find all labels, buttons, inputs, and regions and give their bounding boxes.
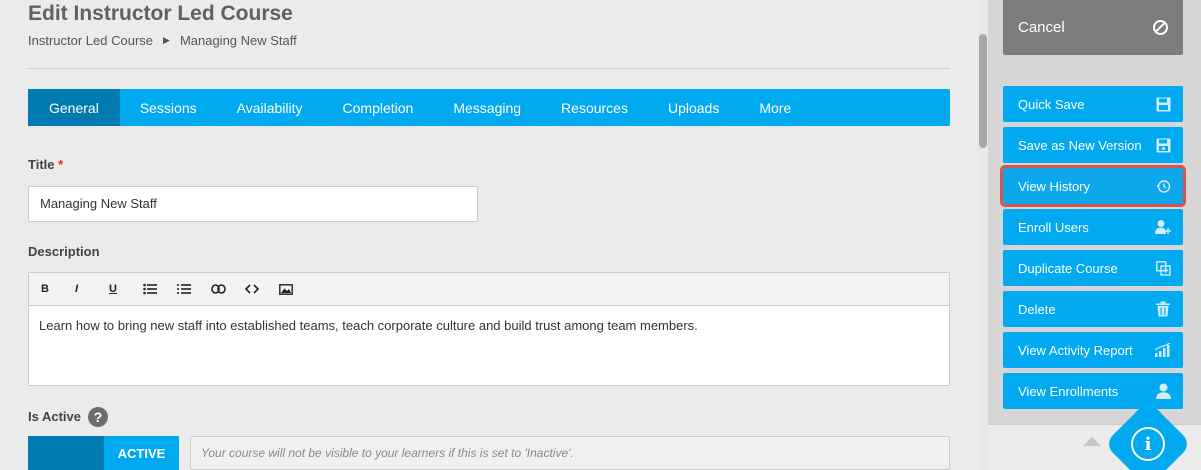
bullet-list-icon[interactable] <box>143 283 177 295</box>
description-label: Description <box>28 244 100 259</box>
active-toggle[interactable]: ACTIVE <box>28 436 179 470</box>
image-icon[interactable] <box>279 283 313 295</box>
action-sidebar: Cancel Quick Save Save as New Version Vi… <box>988 0 1201 470</box>
view-enrollments-button[interactable]: View Enrollments <box>1003 373 1183 409</box>
underline-button[interactable]: U <box>109 283 143 295</box>
active-hint: Your course will not be visible to your … <box>190 436 950 470</box>
title-label: Title * <box>28 157 63 172</box>
history-icon <box>1155 178 1171 194</box>
numbered-list-icon[interactable] <box>177 283 211 295</box>
tab-completion[interactable]: Completion <box>323 89 434 126</box>
delete-label: Delete <box>1018 301 1056 317</box>
breadcrumb-item-course-type[interactable]: Instructor Led Course <box>28 33 153 48</box>
required-mark: * <box>58 157 64 172</box>
help-icon[interactable]: ? <box>88 407 108 427</box>
quick-save-button[interactable]: Quick Save <box>1003 86 1183 122</box>
delete-button[interactable]: Delete <box>1003 291 1183 327</box>
tab-sessions[interactable]: Sessions <box>120 89 217 126</box>
breadcrumb-item-course: Managing New Staff <box>179 33 297 48</box>
scrollbar-thumb[interactable] <box>979 34 987 148</box>
title-input[interactable]: Managing New Staff <box>28 186 478 222</box>
link-icon[interactable] <box>211 284 245 294</box>
tab-general[interactable]: General <box>28 89 120 126</box>
bold-button[interactable]: B <box>41 283 75 295</box>
main-panel: Edit Instructor Led Course Instructor Le… <box>0 0 978 470</box>
scroll-up-arrow-icon[interactable] <box>1083 437 1101 446</box>
save-new-version-label: Save as New Version <box>1018 137 1142 153</box>
duplicate-course-label: Duplicate Course <box>1018 260 1118 276</box>
trash-icon <box>1155 301 1171 317</box>
enroll-users-label: Enroll Users <box>1018 219 1089 235</box>
description-editor: B I U Learn how to bring new staff into … <box>28 272 950 386</box>
italic-button[interactable]: I <box>75 283 109 295</box>
breadcrumb-caret-icon: ▶ <box>163 35 170 45</box>
enroll-users-button[interactable]: Enroll Users <box>1003 209 1183 245</box>
quick-save-label: Quick Save <box>1018 96 1085 112</box>
duplicate-course-button[interactable]: Duplicate Course <box>1003 250 1183 286</box>
tab-messaging[interactable]: Messaging <box>433 89 541 126</box>
is-active-label: Is Active <box>28 409 81 424</box>
bar-chart-icon <box>1155 342 1171 358</box>
tab-resources[interactable]: Resources <box>541 89 648 126</box>
editor-toolbar: B I U <box>29 273 949 306</box>
info-icon[interactable]: i <box>1131 427 1165 461</box>
save-icon <box>1155 96 1171 112</box>
description-content[interactable]: Learn how to bring new staff into establ… <box>29 306 949 345</box>
title-label-text: Title <box>28 157 55 172</box>
cancel-button-label: Cancel <box>1018 19 1065 36</box>
code-icon[interactable] <box>245 284 279 294</box>
header-divider <box>28 68 950 69</box>
tab-availability[interactable]: Availability <box>217 89 323 126</box>
tab-more[interactable]: More <box>739 89 811 126</box>
view-history-label: View History <box>1018 178 1091 194</box>
toggle-state-label[interactable]: ACTIVE <box>104 436 179 470</box>
view-enrollments-label: View Enrollments <box>1018 383 1119 399</box>
user-icon <box>1155 383 1171 399</box>
view-activity-report-button[interactable]: View Activity Report <box>1003 332 1183 368</box>
tab-uploads[interactable]: Uploads <box>648 89 739 126</box>
cancel-button[interactable]: Cancel <box>1003 0 1183 55</box>
toggle-knob[interactable] <box>28 436 104 470</box>
view-history-button[interactable]: View History <box>1000 165 1186 207</box>
breadcrumb: Instructor Led Course ▶ Managing New Sta… <box>28 33 297 48</box>
add-user-icon <box>1155 219 1171 235</box>
view-activity-report-label: View Activity Report <box>1018 342 1133 358</box>
save-new-version-button[interactable]: Save as New Version <box>1003 127 1183 163</box>
cancel-icon <box>1153 20 1168 35</box>
duplicate-icon <box>1155 260 1171 276</box>
save-version-icon <box>1155 137 1171 153</box>
tab-bar: General Sessions Availability Completion… <box>28 89 950 126</box>
page-title: Edit Instructor Led Course <box>28 2 293 25</box>
scrollbar[interactable] <box>978 0 988 470</box>
